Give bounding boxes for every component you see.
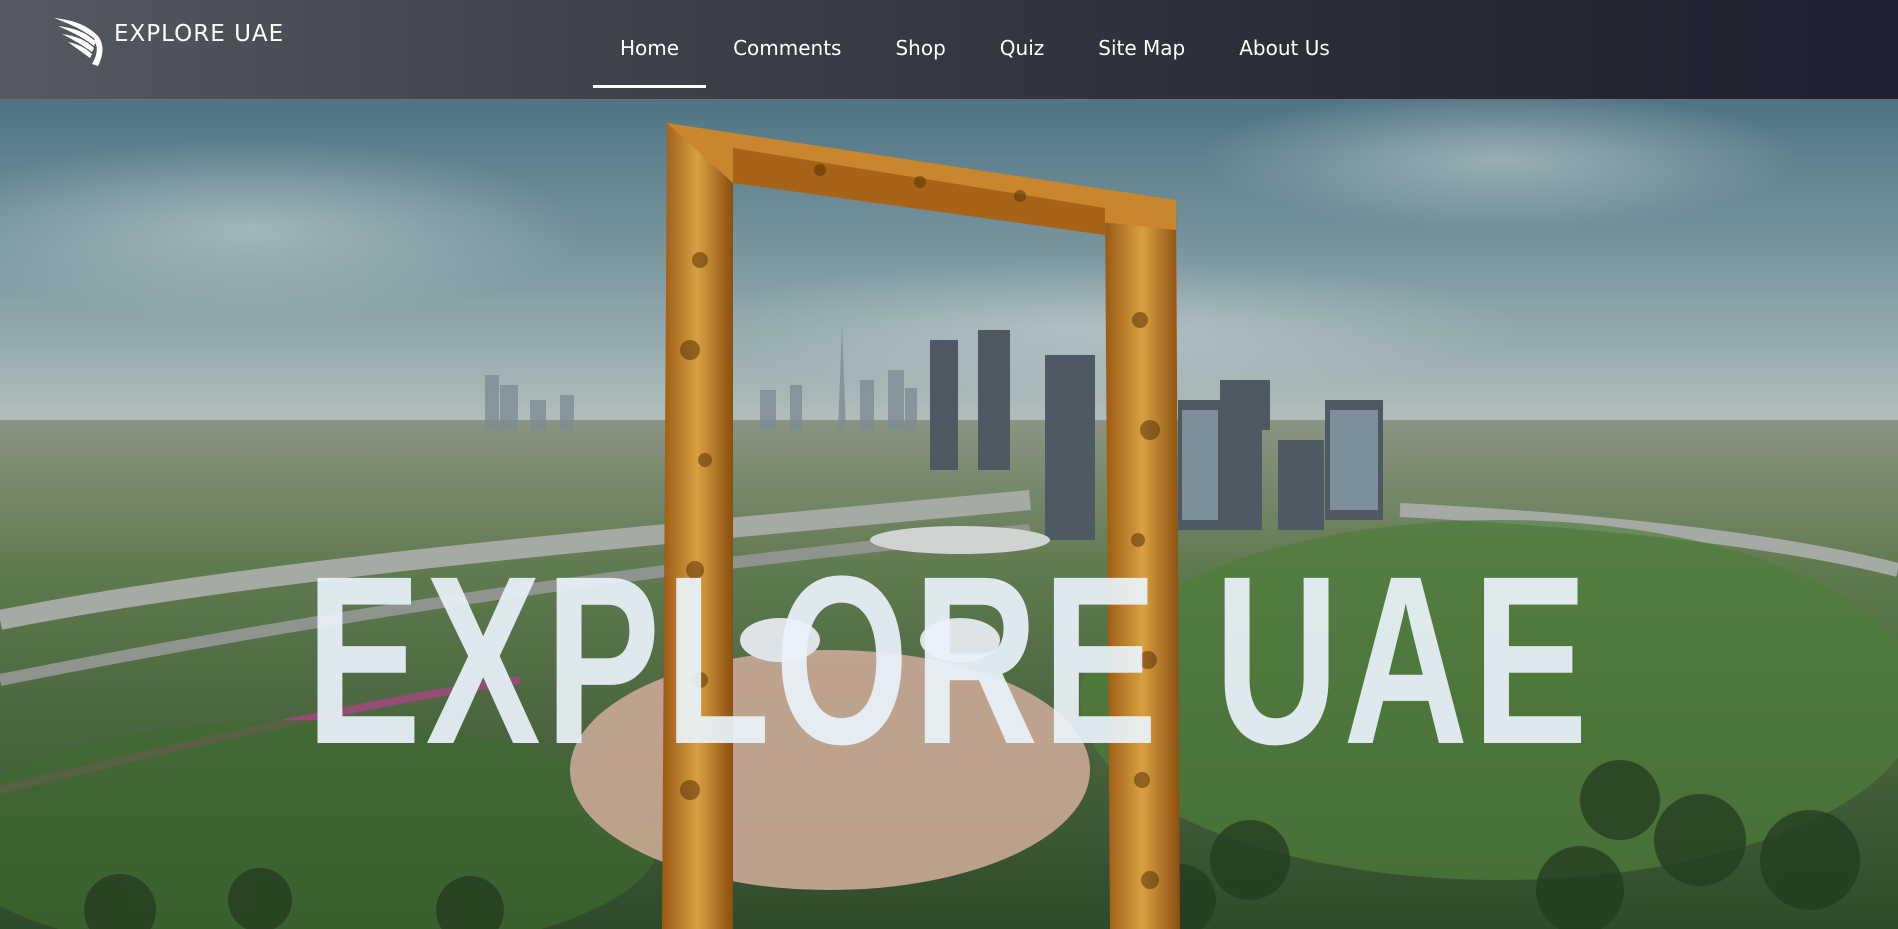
nav-item-home[interactable]: Home: [593, 0, 707, 99]
hero-title: EXPLORE UAE: [305, 526, 1593, 794]
nav-item-site-map[interactable]: Site Map: [1071, 0, 1212, 99]
brand-name: EXPLORE UAE: [114, 21, 285, 47]
site-header: EXPLORE UAE Home Comments Shop Quiz Site…: [0, 0, 1898, 100]
nav-label: Site Map: [1098, 35, 1186, 60]
main-nav: Home Comments Shop Quiz Site Map About U…: [593, 0, 1357, 99]
hero-section: EXPLORE UAE: [0, 100, 1898, 929]
wing-logo-icon: [54, 18, 103, 66]
nav-item-comments[interactable]: Comments: [706, 0, 868, 99]
nav-label: About Us: [1239, 35, 1330, 60]
nav-item-quiz[interactable]: Quiz: [973, 0, 1071, 99]
brand-logo[interactable]: EXPLORE UAE: [52, 14, 284, 70]
nav-label: Comments: [733, 35, 842, 60]
nav-label: Home: [620, 35, 680, 60]
hero-background-image: [0, 100, 1898, 929]
nav-item-shop[interactable]: Shop: [868, 0, 972, 99]
nav-item-about-us[interactable]: About Us: [1212, 0, 1357, 99]
nav-label: Shop: [895, 35, 946, 60]
nav-label: Quiz: [999, 35, 1045, 60]
